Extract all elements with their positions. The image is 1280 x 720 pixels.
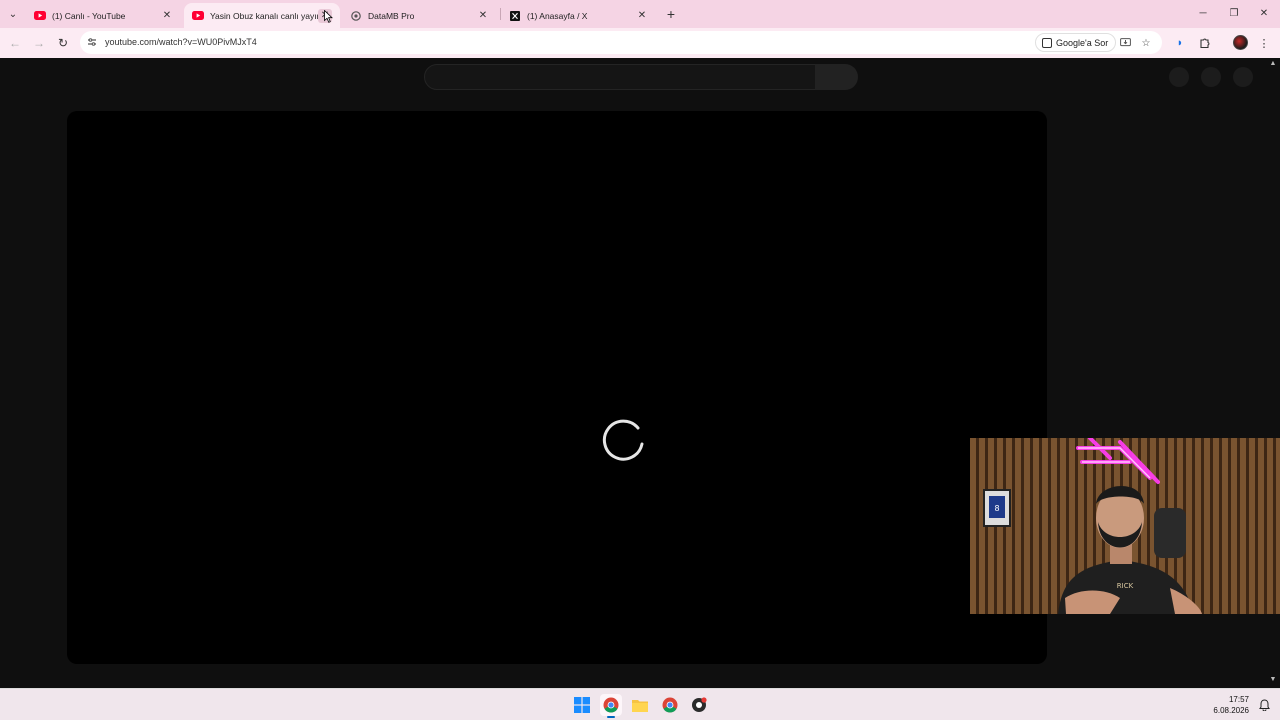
bookmark-star-icon[interactable]: ☆ [1138,35,1154,51]
account-avatar[interactable] [1233,67,1253,87]
datamb-icon [350,10,362,21]
tab-close-icon[interactable]: ✕ [160,9,174,23]
create-icon[interactable] [1169,67,1189,87]
tab-close-icon[interactable]: ✕ [476,9,490,23]
tab-title: (1) Canlı - YouTube [52,10,126,21]
notification-bell-icon[interactable] [1259,699,1270,714]
url-text[interactable]: youtube.com/watch?v=WU0PivMJxT4 [105,37,257,47]
windows-logo-icon [574,697,590,713]
youtube-icon [192,11,204,20]
windows-taskbar: 17:57 6.08.2026 [0,688,1280,720]
x-icon [509,10,521,21]
tab-close-icon[interactable]: ✕ [635,9,649,23]
extensions-puzzle-icon[interactable] [1196,34,1214,52]
tab-yasin-obuz-live[interactable]: Yasin Obuz kanalı canlı yayında ✕ [184,3,340,28]
address-bar[interactable]: youtube.com/watch?v=WU0PivMJxT4 Google'a… [80,31,1162,54]
taskbar-chrome-active[interactable] [600,694,622,718]
system-clock[interactable]: 17:57 6.08.2026 [1213,694,1249,716]
active-indicator [607,716,615,718]
google-ask-button[interactable]: Google'a Sor [1035,33,1117,52]
maximize-button[interactable]: ❐ [1224,4,1244,22]
menu-kebab-icon[interactable]: ⋮ [1255,34,1273,52]
clock-date: 6.08.2026 [1213,706,1249,715]
browser-toolbar: ← → ↻ youtube.com/watch?v=WU0PivMJxT4 Go… [0,28,1280,58]
tab-title: (1) Anasayfa / X [527,10,588,21]
loading-spinner-icon [602,419,644,461]
chevron-down-icon: ⌄ [8,8,18,20]
minimize-button[interactable]: ─ [1193,4,1213,22]
chrome-icon [603,697,619,713]
webcam-overlay: 8 RICK [970,438,1280,614]
extension-icon[interactable]: ◗ [1171,34,1189,52]
folder-icon [632,700,648,712]
back-button[interactable]: ← [6,34,24,52]
tab-title: Yasin Obuz kanalı canlı yayında [210,10,318,21]
reload-icon: ↻ [57,36,69,50]
scroll-down-arrow-icon[interactable]: ▼ [1268,676,1278,686]
lens-icon [1042,37,1052,48]
chrome-icon [662,697,678,713]
svg-text:8: 8 [994,504,999,513]
site-settings-icon[interactable] [86,36,98,48]
video-player[interactable] [67,111,1047,664]
scroll-up-arrow-icon[interactable]: ▲ [1268,60,1278,70]
svg-text:RICK: RICK [1117,582,1134,590]
tab-strip: ⌄ (1) Canlı - YouTube ✕ Yasin Obuz kanal… [0,0,1280,28]
mouse-cursor-icon [324,10,333,23]
taskbar-file-explorer[interactable] [629,694,651,716]
profile-avatar[interactable] [1233,35,1248,50]
google-ask-label: Google'a Sor [1056,37,1109,48]
close-window-button[interactable]: ✕ [1254,4,1274,22]
clock-time: 17:57 [1228,695,1249,704]
search-button[interactable] [815,64,858,90]
arrow-right-icon: → [33,36,45,50]
install-app-icon[interactable] [1117,35,1133,51]
new-tab-button[interactable]: + [663,6,679,22]
arrow-left-icon: ← [9,36,21,50]
taskbar-chrome-profile[interactable] [659,694,681,716]
start-button[interactable] [571,694,593,716]
tab-search-button[interactable]: ⌄ [4,5,22,23]
youtube-icon [34,11,46,20]
search-input[interactable] [424,64,816,90]
forward-button[interactable]: → [30,34,48,52]
reload-button[interactable]: ↻ [54,34,72,52]
tab-datamb-pro[interactable]: DataMB Pro ✕ [342,3,498,28]
tab-title: DataMB Pro [368,10,415,21]
tab-canli-youtube[interactable]: (1) Canlı - YouTube ✕ [26,3,182,28]
taskbar-recorder-app[interactable] [688,694,710,716]
tab-x-anasayfa[interactable]: (1) Anasayfa / X ✕ [501,3,657,28]
streamer-camera-image: 8 RICK [970,438,1280,614]
record-app-icon [692,697,707,712]
notifications-icon[interactable] [1201,67,1221,87]
